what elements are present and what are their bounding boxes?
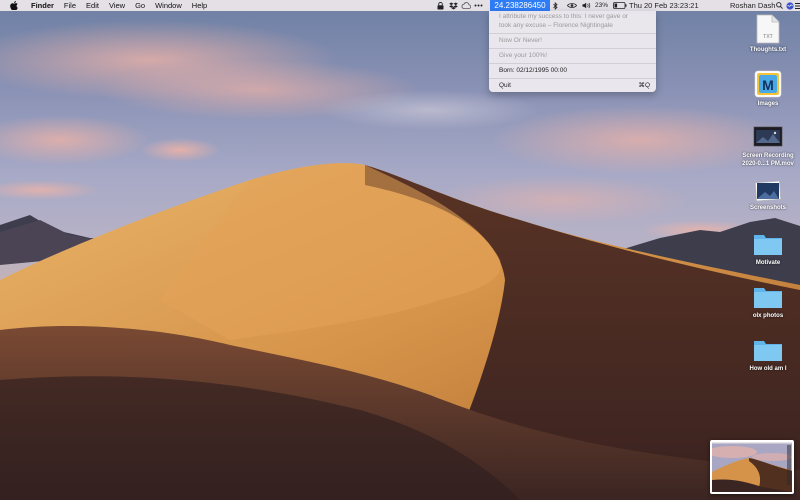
text-file-icon: TXT xyxy=(756,14,780,44)
desktop-icon-label: Motivate xyxy=(755,260,781,266)
folder-icon xyxy=(754,341,782,361)
born-date-item[interactable]: Born: 02/12/1995 00:00 xyxy=(499,66,567,75)
timer-dropdown-menu: I attribute my success to this: I never … xyxy=(489,11,656,92)
apple-icon[interactable] xyxy=(9,1,18,10)
desktop-icon-screen-recording[interactable]: Screen Recording 2020-0...1 PM.mov xyxy=(733,124,800,168)
eye-icon[interactable] xyxy=(564,0,580,11)
screenshot-thumbnail[interactable] xyxy=(710,440,794,494)
desktop-icon-label: Thoughts.txt xyxy=(749,47,787,53)
quote-line-2: took any excuse – Florence Nightingale xyxy=(499,22,613,29)
folder-icon xyxy=(754,235,782,255)
screenshots-folder-icon xyxy=(755,180,781,202)
more-icon[interactable] xyxy=(471,0,486,11)
desktop-icon-motivate[interactable]: Motivate xyxy=(733,231,800,268)
battery-percent: 23% xyxy=(595,2,609,9)
folder-icon xyxy=(754,288,782,308)
separator xyxy=(489,78,656,79)
desktop-icon-label: How old am I xyxy=(749,366,787,372)
bluetooth-icon[interactable] xyxy=(550,0,561,11)
txt-badge: TXT xyxy=(763,34,772,40)
quote-line-1: I attribute my success to this: I never … xyxy=(499,13,628,20)
motto-now-or-never: Now Or Never! xyxy=(499,37,542,44)
menu-finder[interactable]: Finder xyxy=(26,0,59,11)
menu-window[interactable]: Window xyxy=(150,0,187,11)
separator xyxy=(489,63,656,64)
desktop-wallpaper xyxy=(0,0,800,500)
separator xyxy=(489,48,656,49)
menu-bar: Finder File Edit View Go Window Help 23% xyxy=(0,0,800,11)
video-file-icon xyxy=(753,126,783,147)
desktop-icon-label: olx photos xyxy=(752,313,784,319)
menu-help[interactable]: Help xyxy=(187,0,212,11)
timer-status-item[interactable]: 24.238286450 xyxy=(490,0,550,11)
desktop-icon-label: Screenshots xyxy=(749,205,786,211)
desktop-icon-images[interactable]: M Images xyxy=(733,70,800,109)
quit-menu-item[interactable]: Quit xyxy=(499,81,511,90)
menu-view[interactable]: View xyxy=(104,0,130,11)
menu-go[interactable]: Go xyxy=(130,0,150,11)
user-name[interactable]: Roshan Dash xyxy=(727,0,778,11)
menu-edit[interactable]: Edit xyxy=(81,0,104,11)
menu-bar-left: Finder File Edit View Go Window Help xyxy=(0,0,212,11)
menu-file[interactable]: File xyxy=(59,0,81,11)
desktop-icon-label-line2: 2020-0...1 PM.mov xyxy=(742,160,794,167)
separator xyxy=(489,33,656,34)
desktop-icon-label-line1: Screen Recording xyxy=(742,153,794,159)
quit-shortcut: ⌘Q xyxy=(638,82,650,89)
image-app-letter: M xyxy=(762,77,774,93)
list-icon[interactable] xyxy=(792,0,800,11)
desktop-icon-how-old-am-i[interactable]: How old am I xyxy=(733,337,800,374)
motto-give-100: Give your 100%! xyxy=(499,52,548,59)
image-app-icon: M xyxy=(754,70,782,98)
desktop-icon-thoughts[interactable]: TXT Thoughts.txt xyxy=(733,14,800,55)
desktop-icon-olx-photos[interactable]: olx photos xyxy=(733,284,800,321)
desktop-icon-screenshots[interactable]: Screenshots xyxy=(733,180,800,213)
screenshot-thumbnail-image xyxy=(712,442,792,492)
datetime[interactable]: Thu 20 Feb 23:23:21 xyxy=(626,0,702,11)
desktop-icon-label: Images xyxy=(757,101,779,107)
